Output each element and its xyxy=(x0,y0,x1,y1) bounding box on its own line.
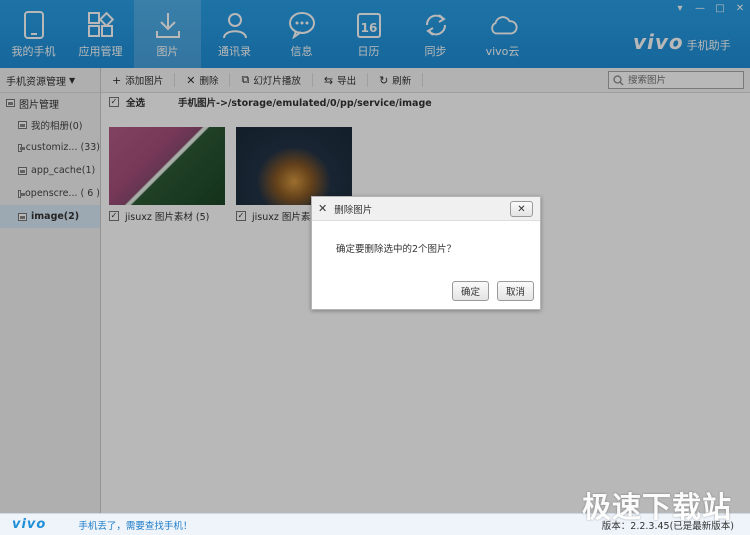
dialog-close-button[interactable]: ✕ xyxy=(510,201,533,217)
cancel-button[interactable]: 取消 xyxy=(497,281,534,301)
delete-x-icon: ✕ xyxy=(318,202,328,215)
dialog-title: 删除图片 xyxy=(334,204,373,216)
find-phone-link[interactable]: 手机丢了，需要查找手机！ xyxy=(78,518,192,532)
dialog-header: ✕ 删除图片 xyxy=(312,197,540,221)
confirm-button[interactable]: 确定 xyxy=(452,281,489,301)
delete-confirm-dialog: ✕ 删除图片 ✕ 确定要删除选中的2个图片？ 确定 取消 xyxy=(311,196,541,310)
close-icon: ✕ xyxy=(517,203,526,215)
vivo-footer-logo: vivo xyxy=(12,517,47,532)
site-watermark: 极速下载站 xyxy=(581,490,732,524)
dialog-message: 确定要删除选中的2个图片？ xyxy=(336,244,457,255)
